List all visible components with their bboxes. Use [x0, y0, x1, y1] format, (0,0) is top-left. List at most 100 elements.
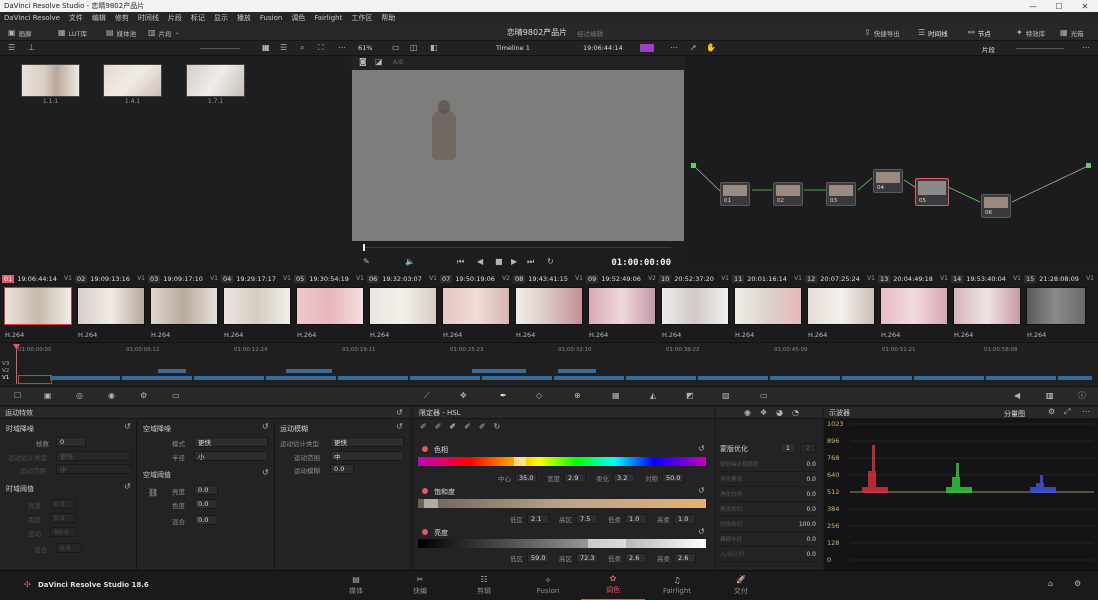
- lum-enable-toggle[interactable]: [422, 529, 428, 535]
- sat-high-soft-input[interactable]: 1.0: [674, 514, 696, 524]
- clip-thumbnail[interactable]: 09 19:52:49:06 V2 H.264: [586, 272, 658, 340]
- clip-thumbnail[interactable]: 10 20:52:37:20 V1 H.264: [659, 272, 731, 340]
- matte-row[interactable]: 净化白场 0.0: [720, 487, 816, 502]
- settings-icon[interactable]: ⚙: [1048, 408, 1055, 416]
- clip-thumbnail[interactable]: 07 19:50:19:06 V2 H.264: [440, 272, 512, 340]
- menu-clip[interactable]: 片段: [168, 13, 182, 23]
- hue-symmetry-input[interactable]: 50.0: [662, 473, 684, 483]
- menu-trim[interactable]: 修剪: [115, 13, 129, 23]
- menu-mark[interactable]: 标记: [191, 13, 205, 23]
- magic-mask-icon[interactable]: ▦: [612, 392, 620, 400]
- info-icon[interactable]: ⓘ: [1078, 392, 1086, 400]
- ab-label[interactable]: A/B: [393, 59, 403, 66]
- scope-mode-dropdown[interactable]: 分量图: [1004, 409, 1025, 419]
- hue-soft-input[interactable]: 3.2: [613, 473, 635, 483]
- speaker-icon[interactable]: 🔈: [405, 258, 415, 266]
- reset-icon[interactable]: ↺: [262, 469, 269, 477]
- page-tab-fusion[interactable]: ✧ Fusion: [516, 571, 580, 600]
- clip-thumbnail[interactable]: 06 19:32:03:07 V1 H.264: [367, 272, 439, 340]
- blur-range-dropdown[interactable]: 中: [330, 451, 404, 461]
- qualifier-icon[interactable]: ✒: [500, 392, 507, 400]
- mask-icon[interactable]: ◉: [744, 409, 751, 417]
- clip-thumbnail[interactable]: 15 21:28:08:09 V1 H.264: [1024, 272, 1096, 340]
- matte-row[interactable]: 黑场裁切 0.0: [720, 502, 816, 517]
- page-tab-edit[interactable]: ☷ 剪辑: [452, 571, 516, 600]
- blur-icon[interactable]: ❖: [760, 409, 767, 417]
- temporal-motion-input[interactable]: 50.0: [50, 527, 76, 537]
- reset-icon[interactable]: ↺: [124, 423, 131, 431]
- clip-color-icon[interactable]: [640, 44, 654, 52]
- temporal-chroma-input[interactable]: 0.0: [50, 513, 76, 523]
- node-03[interactable]: 03: [826, 182, 856, 206]
- more-icon[interactable]: ⋯: [670, 44, 678, 52]
- menu-timeline[interactable]: 时间线: [138, 13, 159, 23]
- node-zoom-slider[interactable]: [1016, 48, 1064, 49]
- matte-tab-1[interactable]: 1: [780, 443, 796, 453]
- clip-thumbnail[interactable]: 01 19:06:44:14 V1 H.264: [2, 272, 74, 340]
- node-02[interactable]: 02: [773, 182, 803, 206]
- playhead[interactable]: [16, 345, 17, 384]
- clip-thumbnail[interactable]: 14 19:53:40:04 V1 H.264: [951, 272, 1023, 340]
- curves-icon[interactable]: ⟋: [424, 392, 430, 400]
- page-tab-media[interactable]: ▤ 媒体: [324, 571, 388, 600]
- node-01[interactable]: 01: [720, 182, 750, 206]
- matte-row[interactable]: 降低噪点粗糙度 0.0: [720, 457, 816, 472]
- temporal-luma-input[interactable]: 0.0: [50, 499, 76, 509]
- sizing-icon[interactable]: ▨: [722, 392, 730, 400]
- mini-timeline[interactable]: 01:00:00:00 01:00:06:12 01:00:12:24 01:0…: [0, 342, 1098, 385]
- hue-range-handle[interactable]: [514, 457, 526, 466]
- key-icon[interactable]: ◩: [686, 392, 694, 400]
- key-icon[interactable]: ◕: [776, 409, 783, 417]
- clip-thumbnail[interactable]: 08 19:43:41:15 V1 H.264: [513, 272, 585, 340]
- matte-row[interactable]: 模糊半径 0.0: [720, 532, 816, 547]
- sat-range-handle[interactable]: [424, 499, 438, 508]
- hdr-icon[interactable]: ▭: [172, 392, 180, 400]
- clip-thumbnail[interactable]: 02 19:09:13:16 V1 H.264: [75, 272, 147, 340]
- thumb-size-slider[interactable]: [200, 48, 240, 49]
- page-tab-color[interactable]: ✿ 调色: [581, 571, 645, 600]
- gallery-still[interactable]: [103, 64, 162, 97]
- node-graph[interactable]: 01 02 03 04 05 06: [686, 56, 1098, 270]
- timeline-clip[interactable]: [558, 369, 596, 373]
- settings-icon[interactable]: ⚙: [1074, 580, 1081, 588]
- camera-raw-icon[interactable]: ☐: [14, 392, 21, 400]
- color-warper-icon[interactable]: ✥: [460, 392, 467, 400]
- color-match-icon[interactable]: ▣: [44, 392, 52, 400]
- gallery-button[interactable]: ▣ 画廊: [8, 24, 32, 41]
- hand-icon[interactable]: ✋: [706, 44, 716, 52]
- radius-dropdown[interactable]: 小: [194, 451, 268, 461]
- spatial-luma-input[interactable]: 0.0: [194, 485, 218, 495]
- spatial-blend-input[interactable]: 0.0: [194, 515, 218, 525]
- matte-tab-2[interactable]: 2: [800, 443, 816, 453]
- sat-gradient-bar[interactable]: [418, 499, 706, 508]
- menu-playback[interactable]: 播放: [237, 13, 251, 23]
- page-tab-cut[interactable]: ✂ 快编: [388, 571, 452, 600]
- scopes-icon[interactable]: ▥: [1046, 392, 1054, 400]
- split-screen-icon[interactable]: ◫: [410, 44, 418, 52]
- lum-high-input[interactable]: 72.3: [576, 553, 598, 563]
- clip-thumbnail[interactable]: 05 19:30:54:19 V1 H.264: [294, 272, 366, 340]
- blur-estimation-dropdown[interactable]: 更快: [330, 437, 404, 447]
- reset-icon[interactable]: ↺: [698, 487, 705, 495]
- picker-icon[interactable]: ✐: [420, 423, 427, 431]
- viewer-frame[interactable]: [352, 70, 684, 241]
- picker-minus-icon[interactable]: ✐: [435, 423, 442, 431]
- picker-icon[interactable]: ✎: [363, 258, 370, 266]
- node-04[interactable]: 04: [873, 169, 903, 193]
- more-options-icon[interactable]: ⋯: [338, 44, 346, 52]
- hue-width-input[interactable]: 2.9: [564, 473, 586, 483]
- matte-row[interactable]: 白场裁切 100.0: [720, 517, 816, 532]
- clip-thumbnail[interactable]: 04 19:29:17:17 V1 H.264: [221, 272, 293, 340]
- temporal-blend-input[interactable]: 0.0: [56, 543, 82, 553]
- rgb-mixer-icon[interactable]: ◉: [108, 392, 115, 400]
- stop-icon[interactable]: ■: [495, 258, 503, 266]
- wipe-icon[interactable]: ◧: [430, 44, 438, 52]
- sat-high-input[interactable]: 7.5: [576, 514, 598, 524]
- timeline-clip[interactable]: [286, 369, 332, 373]
- reset-icon[interactable]: ↺: [396, 423, 403, 431]
- zoom-level[interactable]: 61%: [358, 44, 372, 52]
- node-more-icon[interactable]: ⋯: [1082, 44, 1090, 52]
- play-icon[interactable]: ▶: [511, 258, 517, 266]
- minimize-button[interactable]: —: [1020, 0, 1046, 12]
- node-06[interactable]: 06: [981, 194, 1011, 218]
